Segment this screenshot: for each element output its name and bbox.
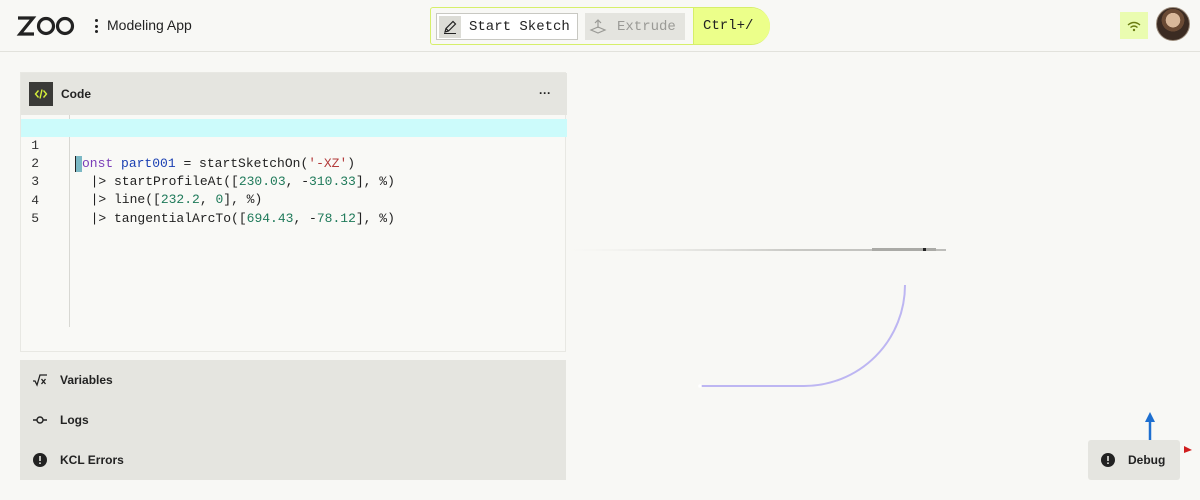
axis-z-arrowhead xyxy=(1145,412,1155,422)
alert-circle-icon xyxy=(32,452,48,468)
user-avatar[interactable] xyxy=(1156,7,1190,41)
axis-x-arrowhead xyxy=(1184,446,1192,453)
logs-pane-header[interactable]: Logs xyxy=(20,400,566,440)
code-line[interactable]: 2 |> startProfileAt([230.03, -310.33], %… xyxy=(21,137,567,189)
code-line[interactable]: 1 onst part001 = startSketchOn('-XZ') xyxy=(21,119,567,172)
code-pane-title: Code xyxy=(61,87,91,101)
code-pane-header[interactable]: Code ··· xyxy=(21,73,567,115)
sketch-profile-curve xyxy=(699,284,906,387)
code-editor[interactable]: 1 onst part001 = startSketchOn('-XZ') 2 … xyxy=(21,115,567,327)
commit-icon xyxy=(32,412,48,428)
extrude-label: Extrude xyxy=(617,18,676,35)
extrude-icon xyxy=(587,16,609,38)
sketch-plane-highlight xyxy=(872,248,936,251)
kcl-errors-pane-header[interactable]: KCL Errors xyxy=(20,440,566,480)
logs-label: Logs xyxy=(60,413,89,427)
extrude-button[interactable]: Extrude xyxy=(585,13,685,40)
app-name[interactable]: Modeling App xyxy=(107,17,192,33)
network-status-button[interactable] xyxy=(1120,12,1148,39)
variables-pane-header[interactable]: Variables xyxy=(20,360,566,400)
code-icon xyxy=(29,82,53,106)
wifi-icon xyxy=(1127,21,1141,31)
code-line[interactable]: 4 |> tangentialArcTo([694.43, -78.12], %… xyxy=(21,174,567,226)
variables-label: Variables xyxy=(60,373,113,387)
start-sketch-label: Start Sketch xyxy=(469,18,570,35)
line-number: 5 xyxy=(31,211,39,226)
alert-circle-icon xyxy=(1100,452,1116,468)
zoo-logo[interactable] xyxy=(16,14,76,38)
sqrt-x-icon xyxy=(32,372,48,388)
modeling-toolbar: Start Sketch Extrude Ctrl+/ xyxy=(430,7,770,45)
lower-panes: Variables Logs KCL Errors xyxy=(20,360,566,480)
sketch-start-point xyxy=(698,384,702,388)
code-text: |> tangentialArcTo([694.43, -78.12], %) xyxy=(75,211,395,226)
debug-panel-button[interactable]: Debug xyxy=(1088,440,1180,480)
app-menu-icon[interactable] xyxy=(90,17,102,35)
command-palette-button[interactable]: Ctrl+/ xyxy=(694,8,770,44)
kcl-errors-label: KCL Errors xyxy=(60,453,124,467)
code-line[interactable]: 3 |> line([232.2, 0], %) xyxy=(21,155,567,207)
code-line[interactable]: 5 xyxy=(21,192,567,226)
pencil-icon xyxy=(439,15,461,38)
top-bar: Modeling App Start Sketch Extrude Ctrl+/ xyxy=(0,0,1200,52)
code-pane: Code ··· 1 onst part001 = startSketchOn(… xyxy=(20,72,567,352)
debug-label: Debug xyxy=(1128,453,1166,467)
start-sketch-button[interactable]: Start Sketch xyxy=(436,13,578,40)
code-pane-more-button[interactable]: ··· xyxy=(539,86,551,100)
sketch-plane-point xyxy=(923,248,926,251)
